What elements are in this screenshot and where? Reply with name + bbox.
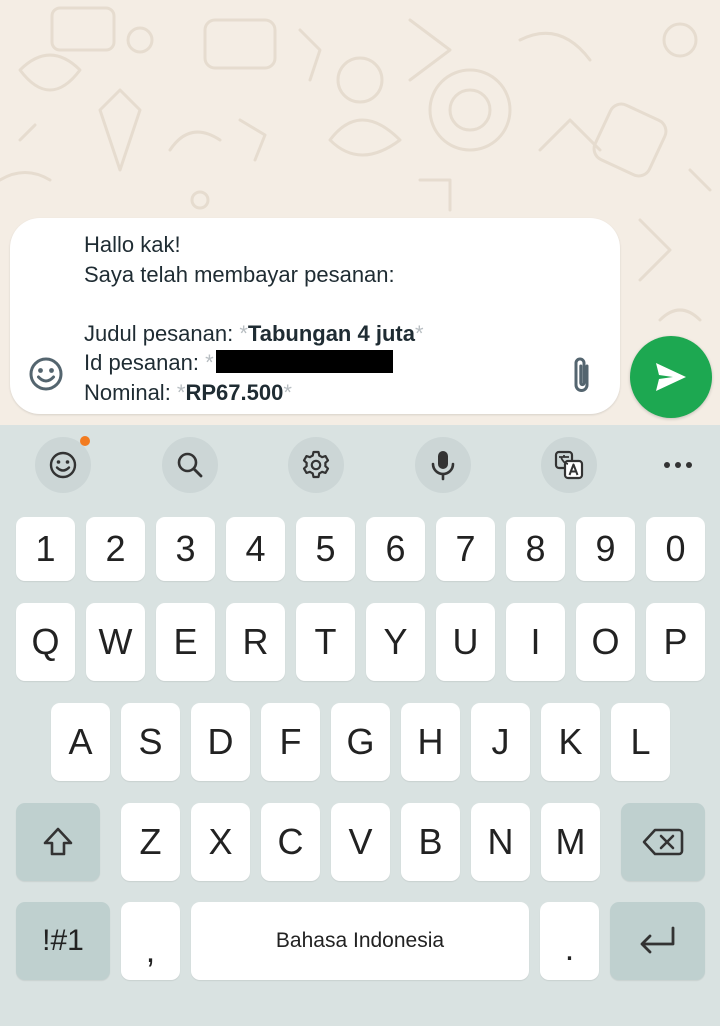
id-label: Id pesanan: <box>84 350 206 375</box>
key-2[interactable]: 2 <box>86 517 145 581</box>
message-composer[interactable]: Hallo kak! Saya telah membayar pesanan: … <box>10 218 620 414</box>
message-line-greeting: Hallo kak! <box>84 232 181 257</box>
amount-label: Nominal: <box>84 379 177 405</box>
message-input[interactable]: Hallo kak! Saya telah membayar pesanan: … <box>84 230 544 407</box>
key-n[interactable]: N <box>471 803 530 881</box>
key-r[interactable]: R <box>226 603 285 681</box>
key-d[interactable]: D <box>191 703 250 781</box>
keyboard-voice-button[interactable] <box>415 437 471 493</box>
comma-label: , <box>145 931 156 970</box>
key-1[interactable]: 1 <box>16 517 75 581</box>
send-icon <box>656 363 686 391</box>
more-icon <box>664 462 692 468</box>
keyboard: 1 2 3 4 5 6 7 8 9 0 Q W E R T Y U I O P … <box>0 425 720 1026</box>
key-q[interactable]: Q <box>16 603 75 681</box>
key-v[interactable]: V <box>331 803 390 881</box>
shift-key[interactable] <box>16 803 100 881</box>
key-x[interactable]: X <box>191 803 250 881</box>
key-l[interactable]: L <box>611 703 670 781</box>
key-o[interactable]: O <box>576 603 635 681</box>
search-icon <box>177 452 203 478</box>
key-g[interactable]: G <box>331 703 390 781</box>
keyboard-translate-button[interactable] <box>541 437 597 493</box>
key-j[interactable]: J <box>471 703 530 781</box>
key-6[interactable]: 6 <box>366 517 425 581</box>
key-z[interactable]: Z <box>121 803 180 881</box>
send-button[interactable] <box>630 336 712 418</box>
key-u[interactable]: U <box>436 603 495 681</box>
key-a[interactable]: A <box>51 703 110 781</box>
key-8[interactable]: 8 <box>506 517 565 581</box>
shift-icon <box>43 827 73 856</box>
amount-value: RP67.500 <box>185 379 284 405</box>
period-key[interactable]: . <box>540 902 599 980</box>
message-line-id: Id pesanan: * <box>84 348 544 378</box>
key-t[interactable]: T <box>296 603 355 681</box>
key-y[interactable]: Y <box>366 603 425 681</box>
period-label: . <box>564 929 575 968</box>
notification-dot <box>80 436 90 446</box>
key-e[interactable]: E <box>156 603 215 681</box>
bold-marker: * <box>414 320 424 346</box>
key-h[interactable]: H <box>401 703 460 781</box>
key-s[interactable]: S <box>121 703 180 781</box>
key-5[interactable]: 5 <box>296 517 355 581</box>
message-line-title: Judul pesanan: *Tabungan 4 juta* <box>84 319 544 349</box>
key-i[interactable]: I <box>506 603 565 681</box>
key-4[interactable]: 4 <box>226 517 285 581</box>
key-9[interactable]: 9 <box>576 517 635 581</box>
message-line-blank <box>84 289 544 319</box>
key-0[interactable]: 0 <box>646 517 705 581</box>
key-m[interactable]: M <box>541 803 600 881</box>
backspace-key[interactable] <box>621 803 705 881</box>
comma-key[interactable]: , <box>121 902 180 980</box>
message-line-paid: Saya telah membayar pesanan: <box>84 261 395 287</box>
title-value: Tabungan 4 juta <box>247 320 415 346</box>
enter-icon <box>640 926 674 954</box>
emoji-icon <box>49 451 77 479</box>
key-3[interactable]: 3 <box>156 517 215 581</box>
bold-marker: * <box>205 350 214 375</box>
key-c[interactable]: C <box>261 803 320 881</box>
key-p[interactable]: P <box>646 603 705 681</box>
key-f[interactable]: F <box>261 703 320 781</box>
symbols-key[interactable]: !#1 <box>16 902 110 980</box>
bold-marker: * <box>239 320 248 346</box>
key-b[interactable]: B <box>401 803 460 881</box>
bold-marker: * <box>283 379 292 405</box>
keyboard-settings-button[interactable] <box>288 437 344 493</box>
redacted-id <box>215 350 393 373</box>
key-w[interactable]: W <box>86 603 145 681</box>
emoji-icon[interactable] <box>26 354 66 394</box>
gear-icon <box>302 450 330 479</box>
space-key[interactable]: Bahasa Indonesia <box>191 902 529 980</box>
key-7[interactable]: 7 <box>436 517 495 581</box>
microphone-icon <box>431 451 455 481</box>
paperclip-icon[interactable] <box>561 354 601 394</box>
message-line-amount: Nominal: *RP67.500* <box>84 378 544 408</box>
title-label: Judul pesanan: <box>84 320 240 346</box>
backspace-icon <box>642 828 684 856</box>
keyboard-more-button[interactable] <box>650 437 706 493</box>
enter-key[interactable] <box>610 902 705 980</box>
key-k[interactable]: K <box>541 703 600 781</box>
keyboard-search-button[interactable] <box>162 437 218 493</box>
translate-icon <box>554 450 584 480</box>
